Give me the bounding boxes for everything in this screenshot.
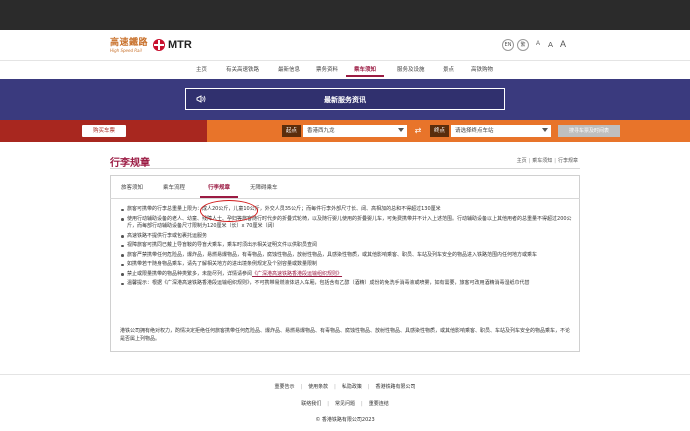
rule-item-text: 禁止或限量携带的物品种类繁多，未能尽列，详情请参阅: [127, 270, 253, 277]
hsr-logo-en: High Speed Rail: [110, 48, 142, 53]
nav-item-travel-info[interactable]: 乘车须知: [354, 65, 376, 73]
tab-divider: [110, 198, 580, 199]
breadcrumb-current: 行李规章: [557, 158, 578, 164]
rules-document-link[interactable]: 《广深港高速铁路香港段运输组织规则》: [252, 271, 342, 277]
site-header: [0, 30, 690, 60]
footer-link-terms[interactable]: 使用条款: [308, 384, 328, 390]
to-station-select[interactable]: 请选择终点车站: [451, 125, 551, 137]
from-chevron-down-icon: [398, 128, 404, 132]
rule-item: 旅客可携带的行李总重量上限为：成人20公斤，儿童10公斤，外交人员35公斤；而每…: [120, 206, 575, 214]
nav-item-shopping[interactable]: 高铁购物: [471, 65, 493, 73]
news-banner-title: 最新服务资讯: [324, 96, 366, 104]
browser-top-bar: [0, 0, 690, 30]
swap-icon[interactable]: ⇄: [412, 125, 424, 137]
tab-boarding-process[interactable]: 乘车流程: [163, 183, 185, 191]
lang-en-button[interactable]: EN: [502, 39, 514, 51]
to-chevron-down-icon: [542, 128, 548, 132]
rule-item: 温馨提示：根据《广深港高速铁路香港段运输组织规则》，不可携带易燃液体进入车厢，包…: [120, 280, 575, 288]
mtr-logo-icon: [153, 39, 165, 51]
footer-link-important[interactable]: 重要连结: [369, 401, 389, 407]
hsr-logo-cn: 高速鐵路: [110, 38, 149, 48]
breadcrumb: 主页 | 乘车须知 | 行李规章: [516, 158, 578, 164]
rule-item: 旅客严禁携带任何危险品，爆炸品，易燃易爆物品，有毒物品，腐蚀性物品，放射性物品，…: [120, 252, 575, 260]
nav-item-attractions[interactable]: 景点: [443, 65, 454, 73]
rules-disclaimer: 港铁公司拥有绝对权力，酌情决定拒绝任何旅客携带任何危险品、爆炸品、易燃易爆物品、…: [120, 328, 571, 342]
footer-copyright: © 香港铁路有限公司2023: [315, 417, 375, 423]
hsr-logo[interactable]: 高速鐵路 High Speed Rail: [110, 38, 148, 54]
nav-active-indicator: [346, 75, 384, 77]
annotation-circle: [200, 200, 258, 222]
nav-item-news[interactable]: 最新信息: [278, 65, 300, 73]
breadcrumb-home[interactable]: 主页: [517, 158, 527, 164]
font-large-button[interactable]: A: [560, 39, 566, 49]
from-label: 起点: [282, 125, 302, 137]
search-timetable-button[interactable]: 搜寻车票及时间表: [558, 125, 620, 137]
rule-item: 高速铁路不提供行李或包裹托运服务: [120, 233, 575, 241]
footer-link-faq[interactable]: 常见问题: [335, 401, 355, 407]
breadcrumb-travel-info[interactable]: 乘车须知: [532, 158, 552, 164]
footer-link-notice[interactable]: 重要告示: [274, 384, 294, 390]
rule-item: 使用行动辅助设备的老人、幼童、残障人士、孕妇等旅客随行时代步的折叠式轮椅，以及随…: [120, 216, 575, 231]
footer-links-row1: 重要告示 | 使用条款 | 私隐政策 | 香港铁路有限公司: [274, 384, 416, 390]
rule-item: 视障旅客可携同已戴上导盲鞍的导盲犬乘车，乘车时须出示相关证明文件以供职员查阅: [120, 242, 575, 250]
page-title: 行李规章: [110, 158, 150, 169]
main-nav: [0, 60, 690, 77]
rule-item: 如携带若干随身物品乘车，请先了解相关地方的进出境条例规定及个别容量或数量限制: [120, 261, 575, 269]
buy-ticket-button[interactable]: 购买车票: [82, 125, 126, 137]
nav-item-about[interactable]: 有关高速铁路: [226, 65, 259, 73]
footer-link-contact[interactable]: 联络我们: [301, 401, 321, 407]
tab-passenger-notes[interactable]: 旅客须知: [121, 183, 143, 191]
nav-item-tickets[interactable]: 票务资料: [316, 65, 338, 73]
mtr-logo[interactable]: MTR: [153, 38, 192, 52]
lang-tc-button[interactable]: 繁: [517, 39, 529, 51]
tab-baggage-rules[interactable]: 行李规章: [208, 183, 230, 191]
to-label: 终点: [430, 125, 450, 137]
from-station-select[interactable]: 香港西九龙: [303, 125, 407, 137]
footer-link-mtr[interactable]: 香港铁路有限公司: [376, 384, 416, 390]
font-medium-button[interactable]: A: [548, 40, 553, 49]
mtr-logo-text: MTR: [168, 39, 192, 51]
footer-divider: [0, 374, 690, 375]
tab-accessible-travel[interactable]: 无障碍乘车: [250, 183, 278, 191]
rule-item-with-link: 禁止或限量携带的物品种类繁多，未能尽列，详情请参阅《广深港高速铁路香港段运输组织…: [120, 271, 575, 279]
footer-link-privacy[interactable]: 私隐政策: [342, 384, 362, 390]
baggage-rules-list: 旅客可携带的行李总重量上限为：成人20公斤，儿童10公斤，外交人员35公斤；而每…: [120, 206, 575, 290]
font-small-button[interactable]: A: [536, 41, 540, 47]
nav-item-home[interactable]: 主页: [196, 65, 207, 73]
title-divider: [110, 168, 580, 169]
nav-item-services[interactable]: 服务及设施: [397, 65, 425, 73]
footer-links-row2: 联络我们 | 常见问题 | 重要连结: [301, 401, 389, 407]
